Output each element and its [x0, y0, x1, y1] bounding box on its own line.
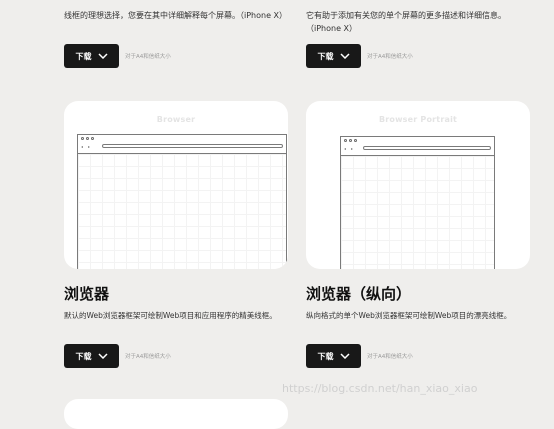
template-description: 纵向格式的单个Web浏览器框架可绘制Web项目的漂亮线框。 — [306, 311, 512, 320]
browser-toolbar: ◂ ▸ — [78, 135, 286, 154]
download-hint: 对于A4和信纸大小 — [367, 354, 413, 360]
back-arrow-icon: ◂ — [344, 146, 347, 151]
browser-toolbar: ◂ ▸ — [341, 137, 494, 156]
download-row: 下载 对于A4和信纸大小 — [64, 344, 171, 368]
download-row: 下载 对于A4和信纸大小 — [306, 44, 413, 68]
download-button[interactable]: 下载 — [64, 344, 119, 368]
template-description: 线框的理想选择，您要在其中详细解释每个屏幕。（iPhone X） — [64, 11, 288, 20]
template-title: 浏览器 — [64, 285, 110, 303]
address-bar — [363, 146, 491, 150]
download-row: 下载 对于A4和信纸大小 — [306, 344, 413, 368]
download-hint: 对于A4和信纸大小 — [125, 54, 171, 60]
download-button[interactable]: 下载 — [306, 44, 361, 68]
download-label: 下载 — [75, 351, 92, 361]
download-button[interactable]: 下载 — [306, 344, 361, 368]
template-title: 浏览器（纵向） — [306, 285, 412, 303]
forward-arrow-icon: ▸ — [88, 144, 91, 149]
page-canvas — [341, 156, 494, 269]
watermark: https://blog.csdn.net/han_xiao_xiao — [282, 382, 478, 395]
browser-frame: ◂ ▸ — [77, 134, 287, 269]
preview-label: Browser — [156, 115, 196, 124]
download-hint: 对于A4和信纸大小 — [367, 54, 413, 60]
template-description: 默认的Web浏览器框架可绘制Web项目和应用程序的精美线框。 — [64, 311, 277, 320]
preview-label: Browser Portrait — [378, 115, 458, 124]
address-bar — [102, 144, 283, 148]
next-preview-card[interactable] — [64, 399, 288, 429]
chevron-down-icon — [97, 53, 108, 59]
page-canvas — [78, 154, 286, 269]
download-button[interactable]: 下载 — [64, 44, 119, 68]
back-arrow-icon: ◂ — [81, 144, 84, 149]
browser-preview-card[interactable]: Browser ◂ ▸ — [64, 101, 288, 269]
forward-arrow-icon: ▸ — [351, 146, 354, 151]
chevron-down-icon — [97, 353, 108, 359]
browser-frame: ◂ ▸ — [340, 136, 495, 269]
download-row: 下载 对于A4和信纸大小 — [64, 44, 171, 68]
template-description: 它有助于添加有关您的单个屏幕的更多描述和详细信息。（iPhone X） — [306, 11, 506, 33]
chevron-down-icon — [339, 53, 350, 59]
browser-portrait-preview-card[interactable]: Browser Portrait ◂ ▸ — [306, 101, 530, 269]
download-hint: 对于A4和信纸大小 — [125, 354, 171, 360]
download-label: 下载 — [75, 51, 92, 61]
download-label: 下载 — [317, 351, 334, 361]
download-label: 下载 — [317, 51, 334, 61]
chevron-down-icon — [339, 353, 350, 359]
